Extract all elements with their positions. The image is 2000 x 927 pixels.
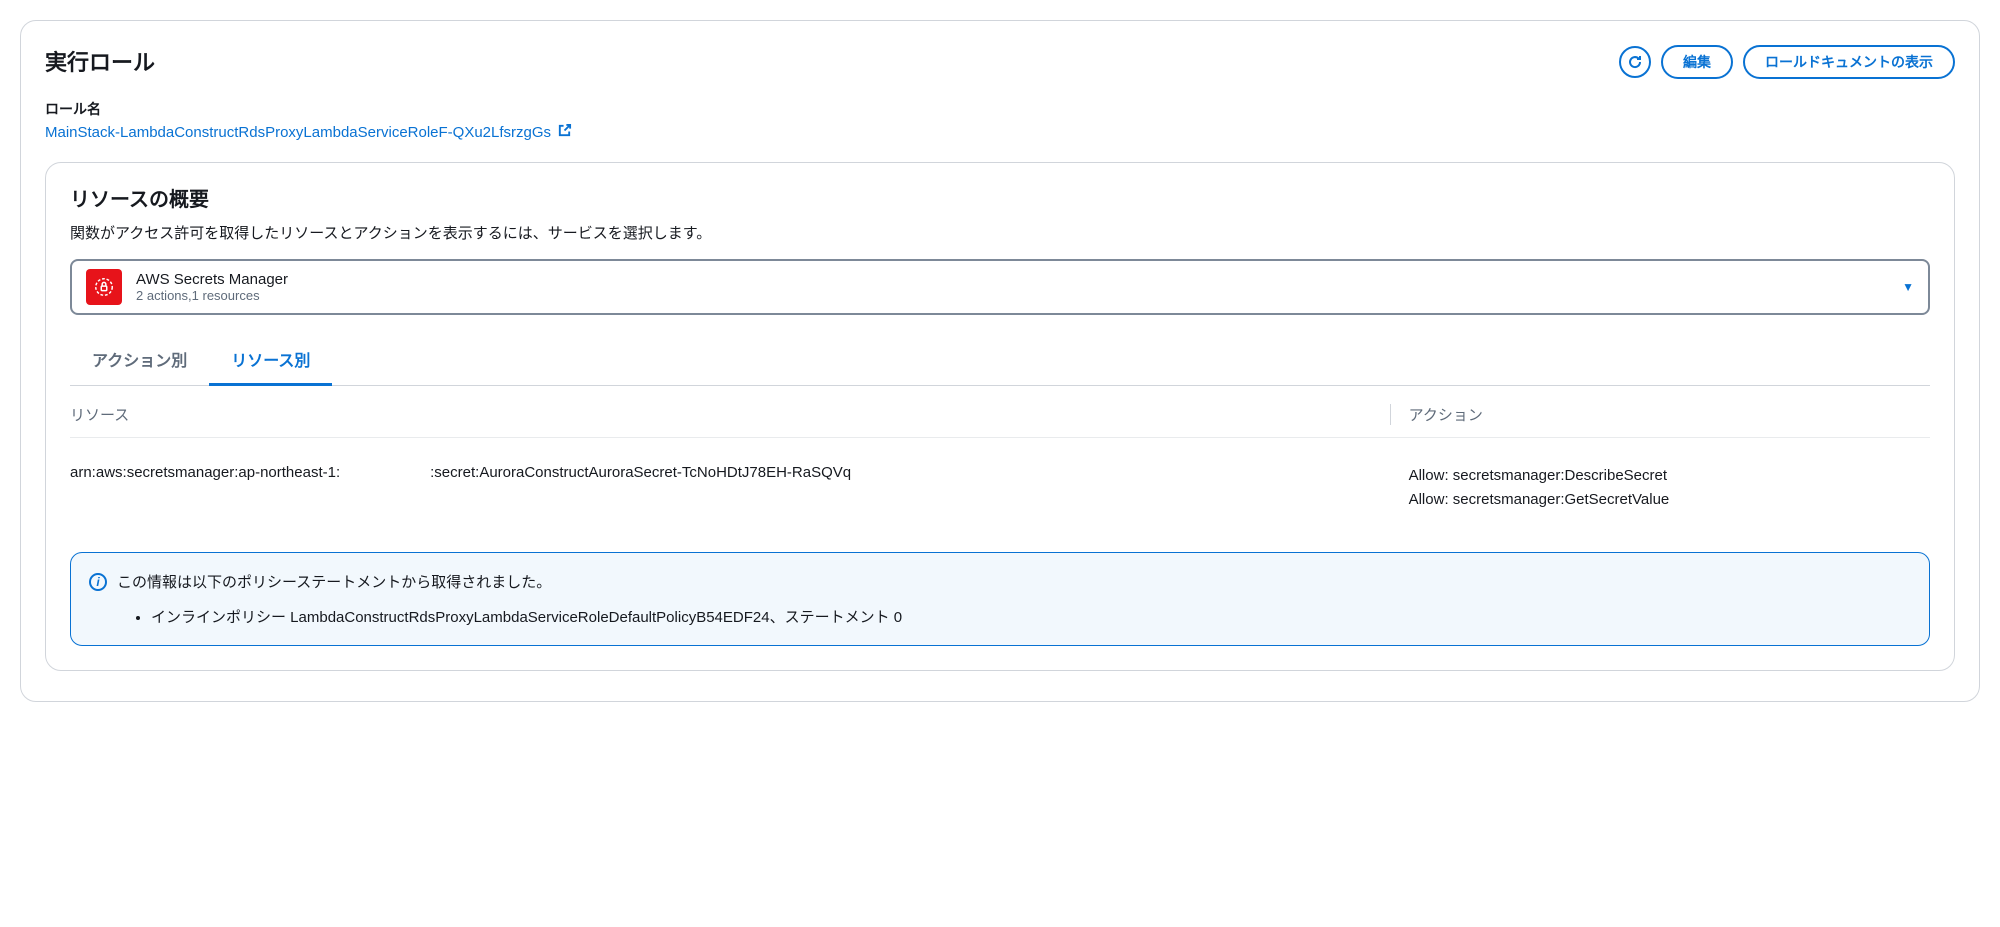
resource-summary-title: リソースの概要 bbox=[70, 183, 1930, 212]
info-heading-row: i この情報は以下のポリシーステートメントから取得されました。 bbox=[89, 571, 1911, 592]
info-list: インラインポリシー LambdaConstructRdsProxyLambdaS… bbox=[151, 606, 1911, 627]
arn-suffix: :secret:AuroraConstructAuroraSecret-TcNo… bbox=[430, 464, 851, 481]
refresh-icon bbox=[1627, 54, 1643, 70]
column-resource: リソース bbox=[70, 404, 1391, 425]
secrets-manager-icon bbox=[86, 269, 122, 305]
service-name: AWS Secrets Manager bbox=[136, 271, 288, 288]
column-action: アクション bbox=[1391, 404, 1930, 425]
arn-prefix: arn:aws:secretsmanager:ap-northeast-1: bbox=[70, 464, 340, 481]
panel-title: 実行ロール bbox=[45, 45, 155, 77]
edit-button[interactable]: 編集 bbox=[1661, 45, 1733, 79]
action-item: Allow: secretsmanager:GetSecretValue bbox=[1409, 488, 1930, 512]
execution-role-panel: 実行ロール 編集 ロールドキュメントの表示 ロール名 MainStack-Lam… bbox=[20, 20, 1980, 702]
service-select-dropdown[interactable]: AWS Secrets Manager 2 actions,1 resource… bbox=[70, 259, 1930, 315]
dropdown-selected: AWS Secrets Manager 2 actions,1 resource… bbox=[86, 269, 288, 305]
service-meta: 2 actions,1 resources bbox=[136, 288, 288, 303]
refresh-button[interactable] bbox=[1619, 46, 1651, 78]
role-name-text: MainStack-LambdaConstructRdsProxyLambdaS… bbox=[45, 124, 551, 141]
summary-tabs: アクション別 リソース別 bbox=[70, 337, 1930, 386]
action-list: Allow: secretsmanager:DescribeSecret All… bbox=[1391, 464, 1930, 512]
policy-source-info: i この情報は以下のポリシーステートメントから取得されました。 インラインポリシ… bbox=[70, 552, 1930, 646]
info-heading: この情報は以下のポリシーステートメントから取得されました。 bbox=[117, 571, 551, 592]
info-list-item: インラインポリシー LambdaConstructRdsProxyLambdaS… bbox=[151, 606, 1911, 627]
tab-by-resource[interactable]: リソース別 bbox=[209, 337, 332, 386]
resource-summary-description: 関数がアクセス許可を取得したリソースとアクションを表示するには、サービスを選択し… bbox=[70, 222, 1930, 243]
role-name-label: ロール名 bbox=[45, 99, 1955, 119]
action-item: Allow: secretsmanager:DescribeSecret bbox=[1409, 464, 1930, 488]
role-name-link[interactable]: MainStack-LambdaConstructRdsProxyLambdaS… bbox=[45, 123, 572, 142]
view-role-document-button[interactable]: ロールドキュメントの表示 bbox=[1743, 45, 1955, 79]
panel-header: 実行ロール 編集 ロールドキュメントの表示 bbox=[45, 45, 1955, 79]
resource-arn: arn:aws:secretsmanager:ap-northeast-1: :s… bbox=[70, 464, 1391, 481]
info-icon: i bbox=[89, 573, 107, 591]
resource-summary-panel: リソースの概要 関数がアクセス許可を取得したリソースとアクションを表示するには、… bbox=[45, 162, 1955, 671]
tab-by-action[interactable]: アクション別 bbox=[70, 337, 209, 386]
header-actions: 編集 ロールドキュメントの表示 bbox=[1619, 45, 1955, 79]
table-header: リソース アクション bbox=[70, 386, 1930, 438]
external-link-icon bbox=[557, 123, 572, 142]
chevron-down-icon: ▼ bbox=[1902, 280, 1914, 294]
table-row: arn:aws:secretsmanager:ap-northeast-1: :s… bbox=[70, 438, 1930, 538]
